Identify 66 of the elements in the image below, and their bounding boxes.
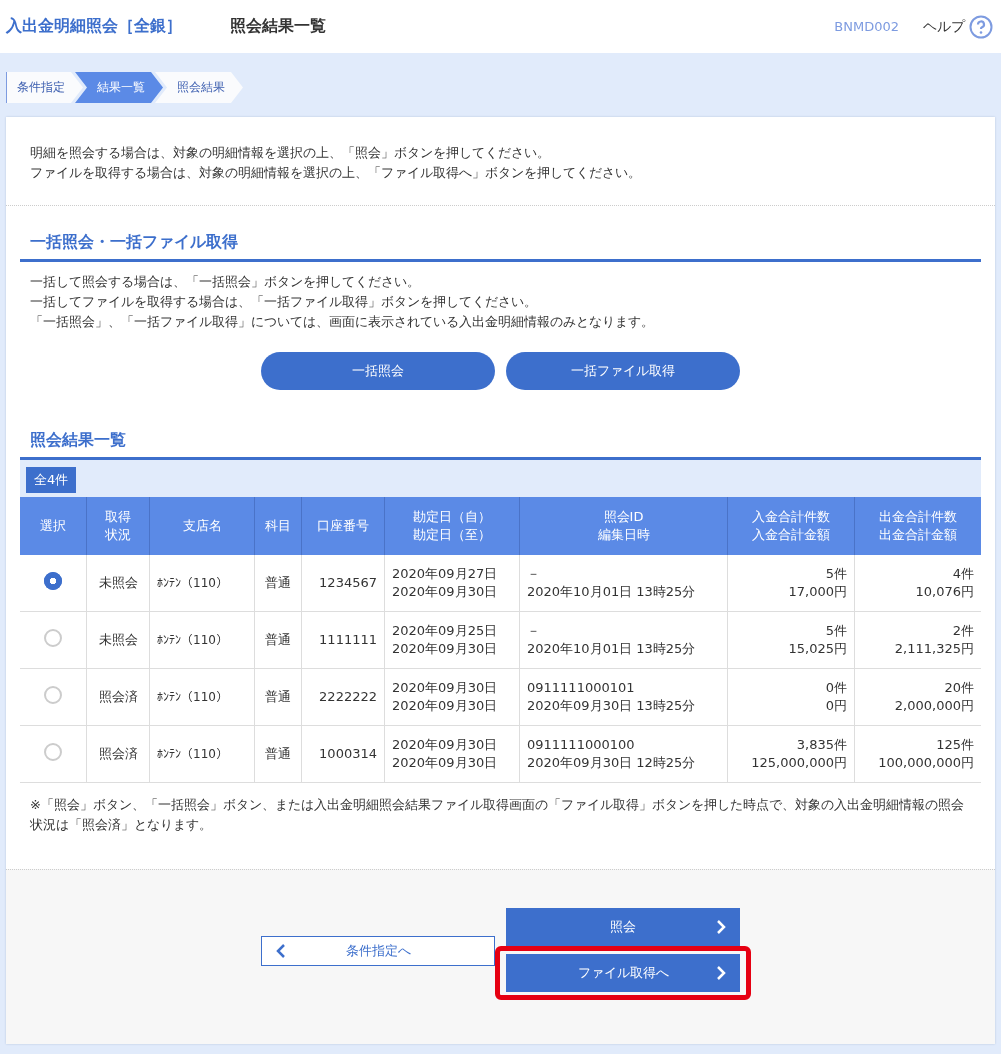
page-subtitle: 照会結果一覧 <box>230 16 327 37</box>
section-heading: 一括照会・一括ファイル取得 <box>20 206 981 262</box>
table-cell: 2020年09月27日 2020年09月30日 <box>384 555 520 612</box>
table-cell: ﾎﾝﾃﾝ（110） <box>149 725 255 783</box>
table-cell: 5件 17,000円 <box>727 555 855 612</box>
instruction-text: 一括して照会する場合は、「一括照会」ボタンを押してください。 <box>30 273 421 291</box>
bulk-button[interactable]: 一括照会 <box>261 352 495 390</box>
table-cell: － 2020年10月01日 13時25分 <box>519 611 728 669</box>
column-header: 科目 <box>254 497 302 555</box>
table-cell: 0911111000101 2020年09月30日 13時25分 <box>519 668 728 726</box>
inquire-button[interactable]: 照会 <box>506 908 740 946</box>
table-cell: 普通 <box>254 611 302 669</box>
column-header: 照会ID 編集日時 <box>519 497 728 555</box>
table-cell: 照会済 <box>86 668 150 726</box>
radio-button[interactable] <box>44 685 62 704</box>
table-cell: 2222222 <box>301 668 385 726</box>
table-cell: ﾎﾝﾃﾝ（110） <box>149 555 255 612</box>
help-icon <box>969 14 993 39</box>
column-header: 支店名 <box>149 497 255 555</box>
instruction-text: 「一括照会」、「一括ファイル取得」については、画面に表示されている入出金明細情報のみとなります。 <box>30 313 655 331</box>
screen-id: BNMD002 <box>834 19 899 34</box>
note-text: ※「照会」ボタン、「一括照会」ボタン、または入出金明細照会結果ファイル取得画面の「ファイル取得」ボタンを押した時点で、対象の入出金明細情報の照会状況は「照会済」となります。 <box>29 796 965 834</box>
radio-button[interactable] <box>44 742 62 761</box>
table-cell: 125件 100,000,000円 <box>854 725 981 783</box>
table-cell: 普通 <box>254 668 302 726</box>
table-cell: 普通 <box>254 555 302 612</box>
back-button[interactable]: 条件指定へ <box>261 936 495 966</box>
column-header: 出金合計件数 出金合計金額 <box>854 497 981 555</box>
help-link[interactable]: ヘルプ <box>923 14 993 39</box>
table-cell: 未照会 <box>86 555 150 612</box>
table-cell: 0件 0円 <box>727 668 855 726</box>
table-cell: 1111111 <box>301 611 385 669</box>
bulk-button[interactable]: 一括ファイル取得 <box>506 352 740 390</box>
column-header: 取得 状況 <box>86 497 150 555</box>
column-header: 口座番号 <box>301 497 385 555</box>
table-cell: 1000314 <box>301 725 385 783</box>
table-cell: ﾎﾝﾃﾝ（110） <box>149 668 255 726</box>
table-cell: 2件 2,111,325円 <box>854 611 981 669</box>
table-cell: 普通 <box>254 725 302 783</box>
column-header: 選択 <box>20 497 87 555</box>
instruction-text: ファイルを取得する場合は、対象の明細情報を選択の上、「ファイル取得へ」ボタンを押してください。 <box>30 164 642 182</box>
column-header: 入金合計件数 入金合計金額 <box>727 497 855 555</box>
chevron-right-icon <box>716 965 726 981</box>
table-cell: 3,835件 125,000,000円 <box>727 725 855 783</box>
table-cell: 4件 10,076円 <box>854 555 981 612</box>
radio-button[interactable] <box>44 628 62 647</box>
instruction-text: 一括してファイルを取得する場合は、「一括ファイル取得」ボタンを押してください。 <box>30 293 538 311</box>
column-header: 勘定日（自） 勘定日（至） <box>384 497 520 555</box>
table-cell: 未照会 <box>86 611 150 669</box>
table-cell: 5件 15,025円 <box>727 611 855 669</box>
table-cell: 2020年09月30日 2020年09月30日 <box>384 668 520 726</box>
radio-button[interactable] <box>44 571 62 590</box>
page-title: 入出金明細照会［全銀］ <box>6 16 182 37</box>
file-button[interactable]: ファイル取得へ <box>506 954 740 992</box>
table-cell: － 2020年10月01日 13時25分 <box>519 555 728 612</box>
table-cell: 2020年09月30日 2020年09月30日 <box>384 725 520 783</box>
instruction-text: 明細を照会する場合は、対象の明細情報を選択の上、「照会」ボタンを押してください。 <box>30 144 551 162</box>
table-cell: 20件 2,000,000円 <box>854 668 981 726</box>
chevron-right-icon <box>716 919 726 935</box>
table-cell: ﾎﾝﾃﾝ（110） <box>149 611 255 669</box>
table-cell: 0911111000100 2020年09月30日 12時25分 <box>519 725 728 783</box>
table-cell: 照会済 <box>86 725 150 783</box>
chevron-left-icon <box>276 943 286 959</box>
table-cell: 2020年09月25日 2020年09月30日 <box>384 611 520 669</box>
count-badge: 全4件 <box>26 467 77 493</box>
table-cell: 1234567 <box>301 555 385 612</box>
